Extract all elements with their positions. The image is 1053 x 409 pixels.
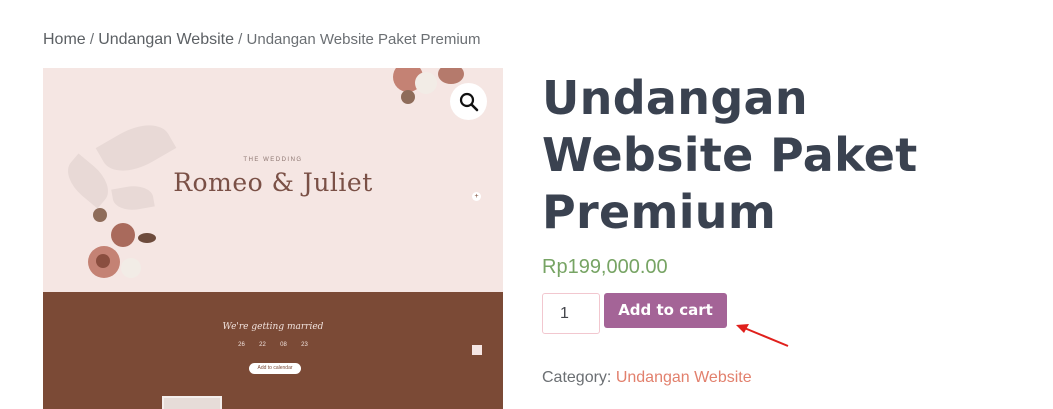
plus-icon: +	[472, 192, 481, 201]
couple-photo-thumbnail	[162, 396, 222, 409]
flower-decoration	[93, 208, 107, 222]
couple-names: Romeo & Juliet	[173, 168, 373, 197]
countdown-value: 23	[301, 342, 308, 348]
getting-married-text: We're getting married	[222, 322, 324, 332]
category-label: Category:	[542, 369, 612, 386]
countdown: 26 22 08 23	[43, 342, 503, 349]
category-link[interactable]: Undangan Website	[616, 369, 752, 386]
invitation-brown-section	[43, 292, 503, 409]
flower-decoration	[96, 254, 110, 268]
countdown-value: 26	[238, 342, 245, 348]
flower-decoration	[121, 258, 141, 278]
product-image-gallery[interactable]: THE WEDDING Romeo & Juliet + We're getti…	[43, 68, 503, 409]
flower-decoration	[415, 72, 437, 94]
breadcrumb: Home / Undangan Website / Undangan Websi…	[43, 31, 481, 49]
countdown-value: 08	[280, 342, 287, 348]
breadcrumb-separator: /	[89, 31, 95, 48]
save-date-pill: Add to calendar	[249, 363, 301, 374]
product-title: Undangan Website Paket Premium	[542, 71, 918, 239]
annotation-arrow	[736, 324, 789, 347]
product-price: Rp199,000.00	[542, 256, 668, 278]
magnifier-icon	[459, 92, 478, 111]
breadcrumb-current: Undangan Website Paket Premium	[246, 31, 481, 48]
flower-decoration	[138, 233, 156, 243]
quantity-input[interactable]: 1	[542, 293, 600, 334]
flower-decoration	[111, 223, 135, 247]
breadcrumb-separator: /	[238, 31, 243, 48]
countdown-value: 22	[259, 342, 266, 348]
breadcrumb-category-link[interactable]: Undangan Website	[98, 31, 234, 48]
flower-decoration	[401, 90, 415, 104]
breadcrumb-home-link[interactable]: Home	[43, 31, 86, 48]
add-to-cart-button[interactable]: Add to cart	[604, 293, 727, 328]
music-icon	[472, 345, 482, 355]
flower-decoration	[438, 68, 464, 84]
product-category: Category: Undangan Website	[542, 369, 752, 387]
zoom-button[interactable]	[450, 83, 487, 120]
product-image-hero: THE WEDDING Romeo & Juliet +	[43, 68, 503, 292]
invitation-subtitle: THE WEDDING	[243, 157, 303, 163]
